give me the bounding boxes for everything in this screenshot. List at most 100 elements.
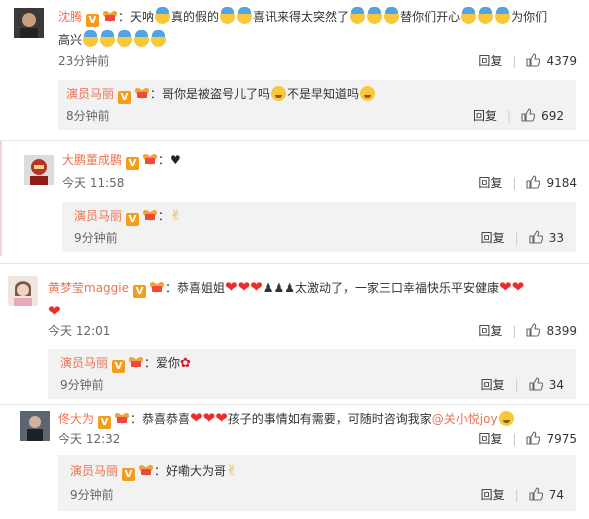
reply-text: ：爱你 bbox=[144, 356, 181, 370]
reply-button[interactable]: 回复 bbox=[473, 109, 497, 123]
comment-meta: 23分钟前 回复 | 4379 bbox=[58, 52, 589, 70]
like-icon[interactable] bbox=[521, 108, 535, 122]
reply-button[interactable]: 回复 bbox=[478, 324, 502, 338]
comment-body: 大鹏董成鹏 V ：♥ bbox=[62, 149, 578, 172]
accent-bar bbox=[0, 141, 2, 256]
red-heart-icon: ❤ bbox=[215, 409, 228, 427]
reply-button[interactable]: 回复 bbox=[478, 54, 502, 68]
comment-meta: 今天 11:58 回复 | 9184 bbox=[62, 174, 589, 192]
family-icon: ♟♟♟ bbox=[262, 281, 296, 295]
emoji-icon bbox=[155, 7, 171, 24]
comment-text: 真的假的 bbox=[171, 10, 220, 24]
emoji-icon bbox=[83, 30, 99, 47]
username[interactable]: 演员马丽 bbox=[66, 87, 114, 101]
victory-hand-icon: ✌ bbox=[170, 208, 182, 224]
username[interactable]: 佟大为 bbox=[58, 412, 94, 426]
username[interactable]: 大鹏董成鹏 bbox=[62, 153, 122, 167]
member-heart-icon bbox=[114, 410, 130, 423]
reply-box: 演员马丽 V ：爱你✿ 9分钟前 回复 | 34 bbox=[48, 349, 576, 399]
reply-text: ：好嘞大为哥 bbox=[154, 464, 227, 478]
timestamp: 今天 12:32 bbox=[58, 432, 121, 446]
emoji-icon bbox=[461, 7, 477, 24]
emoji-icon bbox=[367, 7, 383, 24]
comment-text: ： bbox=[158, 153, 171, 167]
like-icon[interactable] bbox=[529, 230, 543, 244]
comment-item: 沈腾 V ：天呐 真的假的 喜讯来得太突然了 替你们开心 为你们 高兴 23分钟前 回复 | 43… bbox=[0, 0, 589, 135]
timestamp: 今天 12:01 bbox=[48, 324, 111, 338]
separator: | bbox=[514, 378, 519, 392]
comment-text: 高兴 bbox=[58, 33, 83, 47]
avatar[interactable] bbox=[20, 411, 50, 441]
verified-icon: V bbox=[133, 285, 146, 298]
comment-text: 孩子的事情如有需要，可随时咨询我家 bbox=[227, 412, 432, 426]
like-icon[interactable] bbox=[529, 377, 543, 391]
emoji-icon bbox=[220, 7, 236, 24]
timestamp: 9分钟前 bbox=[70, 488, 114, 502]
avatar[interactable] bbox=[8, 276, 38, 306]
verified-icon: V bbox=[126, 213, 140, 226]
black-heart-icon: ♥ bbox=[170, 153, 181, 167]
comment-meta: 今天 12:32 回复 | 7975 bbox=[58, 430, 589, 448]
separator: | bbox=[514, 488, 519, 502]
emoji-icon bbox=[151, 30, 167, 47]
red-heart-icon: ❤ bbox=[225, 278, 238, 296]
emoji-icon bbox=[478, 7, 494, 24]
red-heart-icon: ❤ bbox=[511, 278, 525, 296]
avatar[interactable] bbox=[14, 8, 44, 38]
emoji-icon bbox=[237, 7, 253, 24]
username[interactable]: 演员马丽 bbox=[74, 209, 122, 223]
comment-text: 替你们开心 bbox=[400, 10, 461, 24]
red-heart-icon: ❤ bbox=[499, 278, 512, 296]
red-heart-icon: ❤ bbox=[237, 278, 251, 296]
reply-button[interactable]: 回复 bbox=[481, 231, 505, 245]
emoji-icon bbox=[384, 7, 400, 24]
reply-text: ：哥你是被盗号儿了吗 bbox=[150, 87, 271, 101]
username[interactable]: 演员马丽 bbox=[60, 356, 108, 370]
member-heart-icon bbox=[134, 86, 150, 99]
grin-emoji-icon bbox=[271, 86, 287, 101]
like-count: 7975 bbox=[546, 432, 577, 446]
verified-icon: V bbox=[86, 14, 100, 27]
avatar[interactable] bbox=[24, 155, 54, 185]
like-icon[interactable] bbox=[526, 431, 540, 445]
comment-item: 黄梦莹maggie V ：恭喜姐姐❤❤❤♟♟♟太激动了，一家三口幸福快乐平安健康❤❤… bbox=[0, 264, 589, 402]
reply-box: 演员马丽 V ：✌ 9分钟前 回复 | 33 bbox=[62, 202, 576, 252]
verified-icon: V bbox=[118, 91, 132, 104]
like-count: 9184 bbox=[546, 176, 577, 190]
comment-item: 佟大为 V ：恭喜恭喜❤❤❤孩子的事情如有需要，可随时咨询我家@关小悦joy 今天 … bbox=[0, 405, 589, 519]
timestamp: 9分钟前 bbox=[60, 378, 104, 392]
like-icon[interactable] bbox=[526, 175, 540, 189]
red-heart-icon: ❤ bbox=[48, 302, 61, 320]
separator: | bbox=[512, 54, 517, 68]
reply-text: ： bbox=[158, 209, 171, 223]
reply-meta: 9分钟前 回复 | 74 bbox=[70, 486, 576, 504]
comment-text: ：恭喜恭喜 bbox=[130, 412, 191, 426]
reply-button[interactable]: 回复 bbox=[481, 488, 505, 502]
emoji-icon bbox=[495, 7, 511, 24]
like-icon[interactable] bbox=[529, 487, 543, 501]
rose-icon: ✿ bbox=[180, 356, 191, 371]
like-count: 34 bbox=[548, 378, 564, 392]
member-heart-icon bbox=[102, 8, 118, 21]
reply-button[interactable]: 回复 bbox=[481, 378, 505, 392]
reply-meta: 9分钟前 回复 | 33 bbox=[74, 229, 576, 247]
reply-button[interactable]: 回复 bbox=[478, 176, 502, 190]
username[interactable]: 演员马丽 bbox=[70, 464, 118, 478]
emoji-icon bbox=[100, 30, 116, 47]
like-icon[interactable] bbox=[526, 323, 540, 337]
member-heart-icon bbox=[142, 208, 158, 221]
like-icon[interactable] bbox=[526, 53, 540, 67]
username[interactable]: 黄梦莹maggie bbox=[48, 281, 129, 295]
member-heart-icon bbox=[142, 151, 158, 164]
reply-meta: 9分钟前 回复 | 34 bbox=[60, 376, 576, 394]
comment-text: ：天呐 bbox=[118, 10, 155, 24]
username[interactable]: 沈腾 bbox=[58, 10, 82, 24]
like-count: 692 bbox=[541, 109, 564, 123]
mention-link[interactable]: @关小悦joy bbox=[432, 412, 498, 426]
reply-box: 演员马丽 V ：哥你是被盗号儿了吗 不是早知道吗 8分钟前 回复 | 692 bbox=[58, 80, 576, 130]
timestamp: 8分钟前 bbox=[66, 109, 110, 123]
verified-icon: V bbox=[98, 416, 112, 429]
emoji-icon bbox=[117, 30, 133, 47]
reply-button[interactable]: 回复 bbox=[478, 432, 502, 446]
separator: | bbox=[514, 231, 519, 245]
